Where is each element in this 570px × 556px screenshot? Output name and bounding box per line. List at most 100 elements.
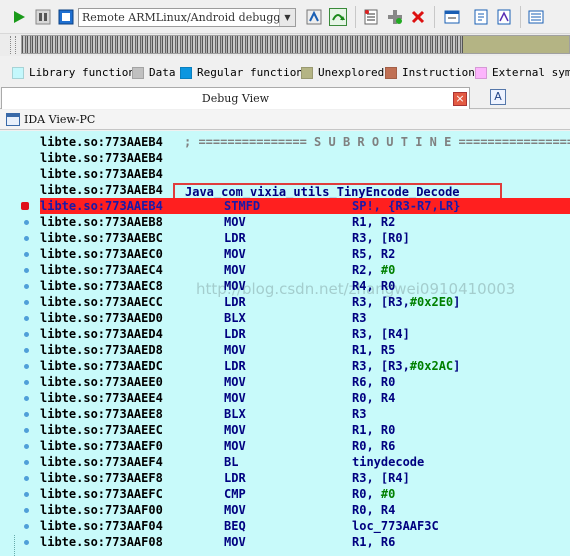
trace-icon[interactable] bbox=[495, 8, 513, 26]
stop-icon[interactable] bbox=[57, 8, 75, 26]
subroutine-separator: ; =============== S U B R O U T I N E ==… bbox=[184, 135, 570, 149]
toolbar-separator bbox=[434, 6, 435, 28]
disasm-line[interactable]: libte.so:773AAEC4 MOV R2, #0 bbox=[40, 262, 395, 278]
line-marker-dot[interactable] bbox=[24, 380, 29, 385]
add-breakpoint-icon[interactable] bbox=[386, 8, 404, 26]
instruction-mnemonic: MOV bbox=[224, 247, 246, 261]
operand-text: R0, R6 bbox=[352, 439, 396, 453]
legend-item-external-symbol: External symb bbox=[475, 66, 570, 79]
instruction-mnemonic: MOV bbox=[224, 391, 246, 405]
instruction-operands: R1, R2 bbox=[352, 214, 395, 230]
line-marker-dot[interactable] bbox=[24, 444, 29, 449]
legend-item-instruction: Instruction bbox=[385, 66, 475, 79]
instruction-operands: R0, R6 bbox=[352, 438, 395, 454]
line-marker-dot[interactable] bbox=[24, 540, 29, 545]
instruction-address: libte.so:773AAEE0 bbox=[40, 375, 163, 389]
line-marker-dot[interactable] bbox=[24, 396, 29, 401]
disasm-line[interactable]: libte.so:773AAEBC LDR R3, [R0] bbox=[40, 230, 410, 246]
instruction-operands: SP!, {R3-R7,LR} bbox=[352, 198, 460, 214]
instruction-address: libte.so:773AAEEC bbox=[40, 423, 163, 437]
disasm-line[interactable]: libte.so:773AAEE8 BLX R3 bbox=[40, 406, 366, 422]
watch-icon[interactable] bbox=[443, 8, 461, 26]
close-icon[interactable]: × bbox=[453, 92, 467, 106]
line-marker-dot[interactable] bbox=[24, 268, 29, 273]
legend-swatch bbox=[385, 66, 397, 79]
disassembly-listing[interactable]: http://blog.csdn.net/zhangwei0910410003 … bbox=[0, 131, 570, 556]
disasm-line[interactable]: libte.so:773AAED4 LDR R3, [R4] bbox=[40, 326, 410, 342]
line-marker-dot[interactable] bbox=[24, 476, 29, 481]
disasm-line[interactable]: libte.so:773AAEDC LDR R3, [R3,#0x2AC] bbox=[40, 358, 460, 374]
instruction-address: libte.so:773AAED0 bbox=[40, 311, 163, 325]
disasm-line[interactable]: libte.so:773AAF04 BEQ loc_773AAF3C bbox=[40, 518, 439, 534]
delete-breakpoint-icon[interactable] bbox=[409, 8, 427, 26]
instruction-address: libte.so:773AAEC8 bbox=[40, 279, 163, 293]
instruction-mnemonic: LDR bbox=[224, 327, 246, 341]
disasm-line[interactable]: libte.so:773AAED0 BLX R3 bbox=[40, 310, 366, 326]
line-marker-dot[interactable] bbox=[24, 220, 29, 225]
breakpoint-gutter[interactable] bbox=[0, 131, 38, 556]
line-marker-dot[interactable] bbox=[24, 300, 29, 305]
disasm-line[interactable]: libte.so:773AAEB4 bbox=[40, 150, 163, 166]
toolbar-grip[interactable] bbox=[10, 36, 16, 54]
breakpoint-list-icon[interactable] bbox=[362, 8, 380, 26]
disasm-line[interactable]: libte.so:773AAEC0 MOV R5, R2 bbox=[40, 246, 395, 262]
disasm-line[interactable]: libte.so:773AAEEC MOV R1, R0 bbox=[40, 422, 395, 438]
step-into-icon[interactable] bbox=[305, 8, 323, 26]
instruction-address: libte.so:773AAF00 bbox=[40, 503, 163, 517]
operand-text: R4, R0 bbox=[352, 279, 396, 293]
disasm-line[interactable]: libte.so:773AAEB4 bbox=[40, 182, 163, 198]
line-marker-dot[interactable] bbox=[24, 364, 29, 369]
line-marker-dot[interactable] bbox=[24, 492, 29, 497]
disasm-line[interactable]: libte.so:773AAED8 MOV R1, R5 bbox=[40, 342, 395, 358]
current-instruction-row[interactable]: libte.so:773AAEB4 STMFD SP!, {R3-R7,LR} bbox=[40, 198, 570, 214]
disasm-line[interactable]: libte.so:773AAECC LDR R3, [R3,#0x2E0] bbox=[40, 294, 460, 310]
text-view-icon[interactable]: A bbox=[490, 89, 506, 105]
line-marker-dot[interactable] bbox=[24, 316, 29, 321]
instruction-operands: R0, R4 bbox=[352, 502, 395, 518]
legend-item-library-function: Library function bbox=[12, 66, 135, 79]
line-marker-dot[interactable] bbox=[24, 428, 29, 433]
operand-text: R5, R2 bbox=[352, 247, 396, 261]
instruction-address: libte.so:773AAED4 bbox=[40, 327, 163, 341]
disasm-line[interactable]: libte.so:773AAEB4 bbox=[40, 166, 163, 182]
line-marker-dot[interactable] bbox=[24, 252, 29, 257]
instruction-address: libte.so:773AAEE8 bbox=[40, 407, 163, 421]
instruction-operands: R4, R0 bbox=[352, 278, 395, 294]
disasm-line[interactable]: libte.so:773AAEFC CMP R0, #0 bbox=[40, 486, 395, 502]
line-marker-dot[interactable] bbox=[24, 460, 29, 465]
line-marker-dot[interactable] bbox=[24, 508, 29, 513]
breakpoint-icon[interactable] bbox=[21, 202, 29, 210]
disasm-line[interactable]: libte.so:773AAF00 MOV R0, R4 bbox=[40, 502, 395, 518]
instruction-mnemonic: MOV bbox=[224, 343, 246, 357]
disasm-line[interactable]: libte.so:773AAEE4 MOV R0, R4 bbox=[40, 390, 395, 406]
navband-segment-loaded bbox=[22, 36, 463, 53]
line-marker-dot[interactable] bbox=[24, 524, 29, 529]
play-icon[interactable] bbox=[10, 8, 28, 26]
disasm-line[interactable]: libte.so:773AAEF8 LDR R3, [R4] bbox=[40, 470, 410, 486]
line-marker-dot[interactable] bbox=[24, 348, 29, 353]
instruction-operands: R0, #0 bbox=[352, 486, 395, 502]
pause-icon[interactable] bbox=[34, 8, 52, 26]
disasm-line[interactable]: libte.so:773AAEC8 MOV R4, R0 bbox=[40, 278, 395, 294]
disasm-line[interactable]: libte.so:773AAEE0 MOV R6, R0 bbox=[40, 374, 395, 390]
navigation-band[interactable] bbox=[21, 35, 570, 54]
disasm-line[interactable]: libte.so:773AAF08 MOV R1, R6 bbox=[40, 534, 395, 550]
disasm-line[interactable]: libte.so:773AAEF0 MOV R0, R6 bbox=[40, 438, 395, 454]
step-over-icon[interactable] bbox=[329, 8, 347, 26]
operand-text: R0, R4 bbox=[352, 503, 396, 517]
disasm-line[interactable]: libte.so:773AAEB4 ; =============== S U B… bbox=[40, 134, 570, 150]
disasm-line[interactable]: libte.so:773AAEB8 MOV R1, R2 bbox=[40, 214, 395, 230]
tab-debug-view[interactable]: Debug View × bbox=[1, 87, 470, 109]
debugger-select[interactable]: Remote ARMLinux/Android debugger ▼ bbox=[78, 8, 296, 27]
line-marker-dot[interactable] bbox=[24, 412, 29, 417]
memory-icon[interactable] bbox=[472, 8, 490, 26]
disasm-line[interactable]: libte.so:773AAEF4 BL tinydecode bbox=[40, 454, 424, 470]
operand-text: R6, R0 bbox=[352, 375, 396, 389]
line-marker-dot[interactable] bbox=[24, 236, 29, 241]
chevron-down-icon[interactable]: ▼ bbox=[279, 9, 295, 26]
operand-text: tinydecode bbox=[352, 455, 425, 469]
line-marker-dot[interactable] bbox=[24, 284, 29, 289]
view-title: IDA View-PC bbox=[24, 113, 96, 126]
line-marker-dot[interactable] bbox=[24, 332, 29, 337]
threads-icon[interactable] bbox=[527, 8, 545, 26]
